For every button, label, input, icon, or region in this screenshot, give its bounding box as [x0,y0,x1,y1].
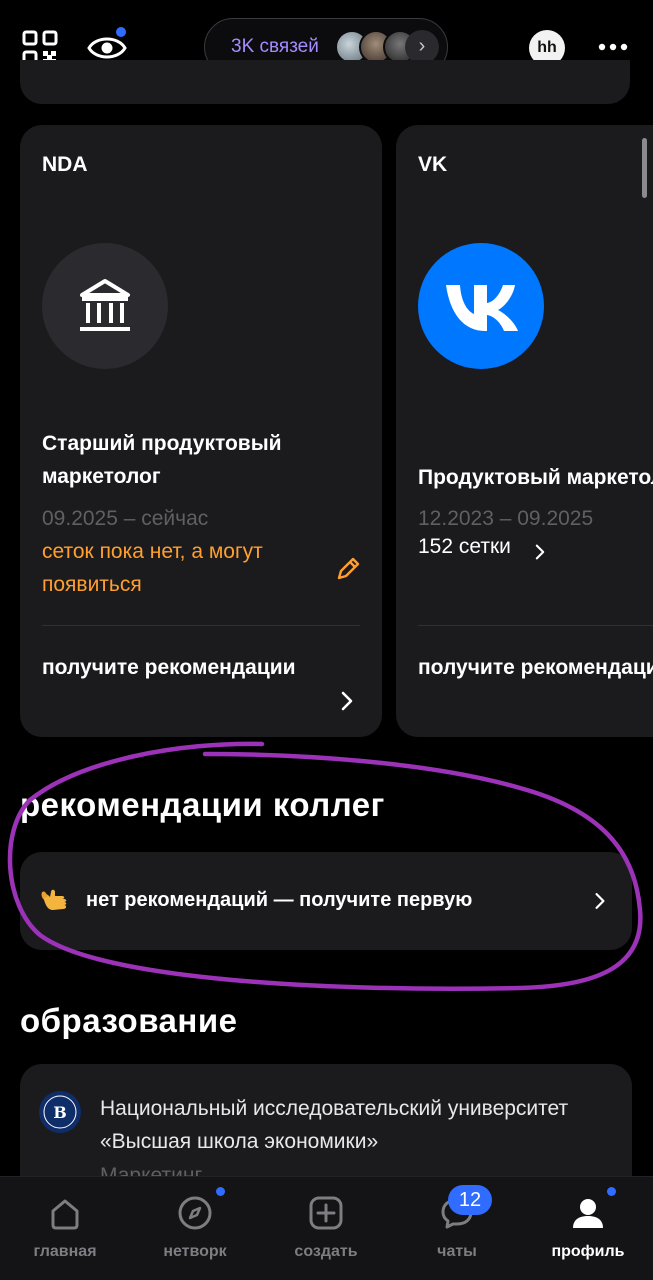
scrollbar[interactable] [642,138,647,198]
get-recommendations-link[interactable]: получите рекомендации [418,651,653,684]
colleague-recommendations-heading: рекомендации коллег [20,786,385,823]
notification-dot [216,1187,225,1196]
nav-network[interactable]: нетворк [130,1177,260,1280]
vk-logo-icon [446,285,518,331]
job-period: 12.2023 – 09.2025 [418,507,594,530]
recommendations-empty-text: нет рекомендаций — получите первую [86,889,473,911]
nav-label: создать [294,1243,358,1260]
more-dots-icon[interactable] [598,37,628,57]
divider [418,625,653,626]
divider [42,625,360,626]
chevron-right-icon [341,691,353,711]
nav-label: главная [33,1243,97,1260]
bottom-navigation: главная нетворк создать 12 чаты профиль [0,1176,653,1280]
nav-home[interactable]: главная [0,1177,130,1280]
institution-name: Национальный исследовательский университ… [100,1097,569,1153]
call-me-hand-icon [41,889,67,910]
profile-screen: 3K связей › hh NDA Старший продуктовый м… [0,0,653,1280]
hse-logo-icon: В [39,1091,81,1133]
chevron-right-icon: › [405,30,439,64]
recommendations-empty-row[interactable]: нет рекомендаций — получите первую [20,852,632,950]
networks-status: сеток пока нет, а могут появиться [42,540,263,596]
unread-badge: 12 [448,1185,492,1215]
notification-dot [607,1187,616,1196]
job-period: 09.2025 – сейчас [42,507,209,530]
job-title: Продуктовый маркетолог [418,466,653,489]
notification-dot [116,27,126,37]
nav-label: чаты [437,1243,477,1260]
connections-avatars: › [335,30,445,64]
education-heading: образование [20,1002,238,1039]
get-recommendations-link[interactable]: получите рекомендации [42,651,302,684]
home-icon [51,1199,79,1230]
svg-text:В: В [53,1103,67,1122]
plus-square-icon [309,1196,343,1230]
nav-profile[interactable]: профиль [523,1177,653,1280]
pencil-icon[interactable] [334,555,362,583]
experience-card-nda[interactable]: NDA Старший продуктовый маркетолог 09.20… [20,125,382,737]
experience-card-vk[interactable]: VK Продуктовый маркетолог 12.2023 – 09.2… [396,125,653,737]
chevron-right-icon [535,544,545,560]
connections-label: 3K связей [231,36,319,57]
compass-icon [178,1196,212,1230]
company-logo [418,243,544,369]
chevron-right-icon [595,893,605,909]
profile-icon [573,1199,603,1228]
nav-chats[interactable]: 12 чаты [392,1177,522,1280]
company-name: VK [418,153,448,176]
networks-count[interactable]: 152 сетки [418,535,511,559]
bank-building-icon [80,279,130,331]
nav-label: профиль [551,1243,625,1260]
nav-label: нетворк [163,1243,227,1260]
company-logo [42,243,168,369]
nav-create[interactable]: создать [261,1177,391,1280]
previous-card-edge [20,60,630,104]
job-title: Старший продуктовый маркетолог [42,432,282,488]
company-name: NDA [42,153,88,176]
